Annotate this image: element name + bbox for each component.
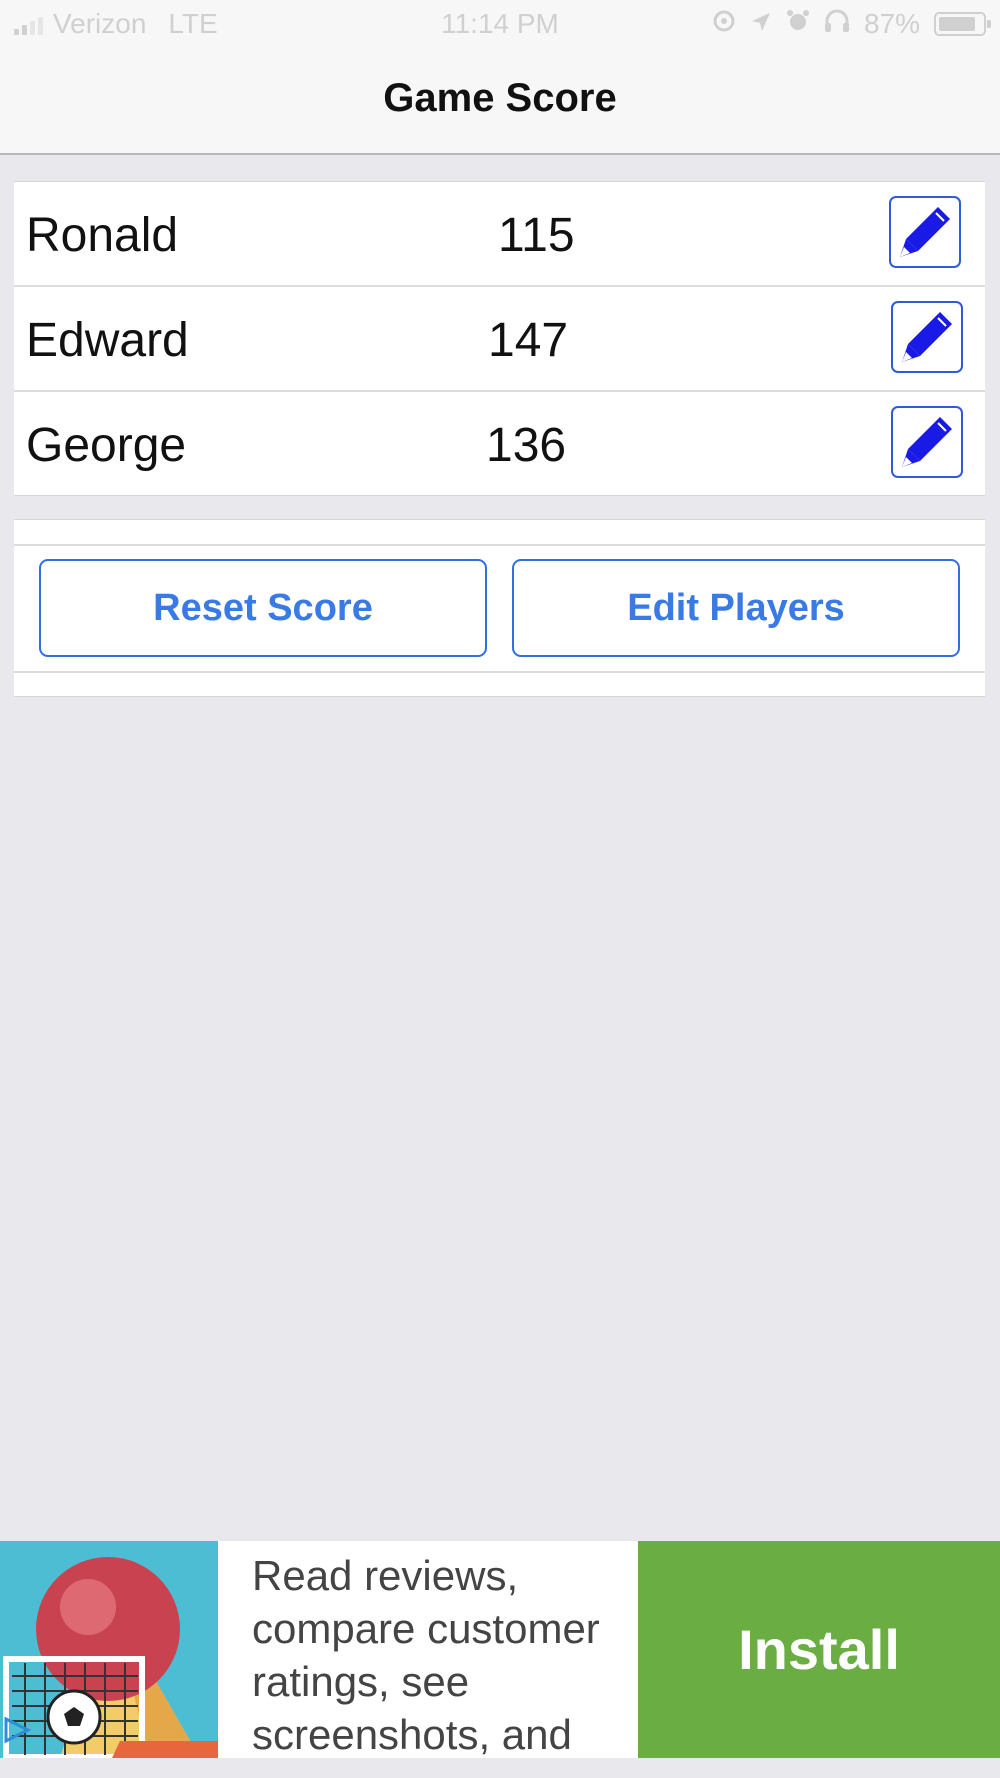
player-score: 115	[498, 209, 575, 262]
player-row: Edward 147	[14, 287, 985, 392]
battery-icon	[934, 12, 991, 36]
alarm-icon	[786, 8, 810, 40]
edit-score-button[interactable]	[891, 406, 963, 478]
edit-score-button[interactable]	[891, 301, 963, 373]
divider	[14, 671, 985, 673]
player-list: Ronald 115 Edward 147 George 136	[14, 181, 985, 496]
ad-banner[interactable]: Read reviews, compare customer ratings, …	[0, 1541, 1000, 1758]
divider	[14, 544, 985, 546]
status-bar: Verizon LTE 11:14 PM 87%	[0, 0, 1000, 50]
player-row: Ronald 115	[14, 182, 985, 287]
player-name: George	[26, 419, 187, 472]
ad-choices-icon[interactable]	[2, 1715, 32, 1750]
ad-image[interactable]	[0, 1541, 218, 1758]
page-title: Game Score	[383, 76, 617, 120]
location-arrow-icon	[750, 8, 772, 40]
pencil-icon	[900, 207, 950, 257]
at-lock-icon	[712, 8, 736, 40]
player-score: 147	[488, 314, 569, 367]
player-score: 136	[486, 419, 567, 472]
ad-description: Read reviews, compare customer ratings, …	[252, 1552, 600, 1758]
battery-percent: 87%	[863, 8, 920, 39]
edit-score-button[interactable]	[889, 196, 961, 268]
player-name: Ronald	[26, 209, 179, 262]
player-name: Edward	[26, 314, 189, 367]
edit-players-button[interactable]: Edit Players	[512, 559, 960, 657]
pencil-icon	[902, 417, 952, 467]
player-row: George 136	[14, 392, 985, 495]
reset-score-button[interactable]: Reset Score	[39, 559, 487, 657]
pencil-icon	[902, 312, 952, 362]
headphones-icon	[824, 8, 850, 40]
status-right: 87%	[712, 8, 991, 40]
action-section: Reset Score Edit Players	[14, 519, 985, 697]
install-button[interactable]: Install	[638, 1541, 1000, 1758]
navigation-bar: Game Score	[0, 50, 1000, 155]
